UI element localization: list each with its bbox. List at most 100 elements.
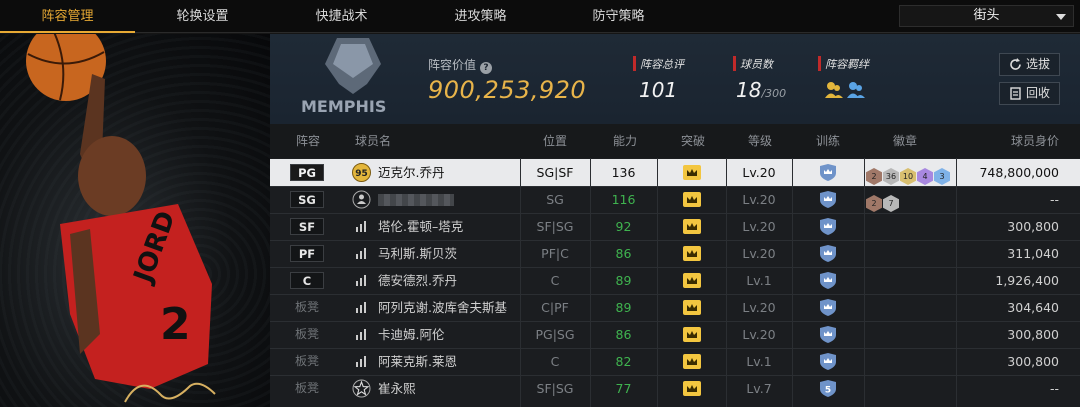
rating-95: 95	[352, 163, 371, 182]
table-row[interactable]: PG 95 迈克尔.乔丹 SG|SF 136 Lv.20 2 36 10 4 3 748,800,00…	[270, 159, 1080, 186]
svg-text:5: 5	[825, 386, 831, 396]
training-shield-icon[interactable]	[819, 164, 837, 181]
player-name: 卡迪姆.阿伦	[378, 327, 445, 342]
training-shield-icon[interactable]	[819, 326, 837, 343]
breakthrough-crown-icon[interactable]	[683, 219, 701, 234]
slot-badge: PG	[290, 164, 324, 181]
player-position: PG|SG	[535, 327, 575, 342]
player-artwork: JORD 2	[0, 34, 270, 407]
breakthrough-crown-icon[interactable]	[683, 246, 701, 261]
badge-list[interactable]: 2 36 10 4 3	[866, 164, 951, 185]
player-count-value: 18	[736, 78, 762, 102]
col-level: 等级	[747, 134, 772, 148]
select-button[interactable]: 选拔	[999, 53, 1060, 76]
lineup-header: MEMPHIS 阵容价值? 900,253,920 阵容总评 101 球员数 1…	[270, 34, 1080, 124]
bars-icon	[352, 298, 371, 317]
col-badges: 徽章	[892, 134, 917, 148]
table-row[interactable]: 板凳 崔永熙 SF|SG 77 Lv.7 5 --	[270, 375, 1080, 402]
breakthrough-crown-icon[interactable]	[683, 354, 701, 369]
col-player-name: 球员名	[354, 134, 391, 148]
bars-icon	[352, 217, 371, 236]
player-market-value: 300,800	[1007, 327, 1059, 342]
table-row[interactable]: PF 马利斯.斯贝茨 PF|C 86 Lv.20 311,040	[270, 240, 1080, 267]
player-market-value: 1,926,400	[995, 273, 1059, 288]
player-name: 迈克尔.乔丹	[378, 165, 445, 180]
breakthrough-crown-icon[interactable]	[683, 192, 701, 207]
badge-hex-icon: 36	[883, 168, 899, 185]
player-position: C	[550, 273, 560, 288]
table-row[interactable]: SG SG 116 Lv.20 2 7 --	[270, 186, 1080, 213]
tab-rotation-settings[interactable]: 轮换设置	[135, 0, 270, 33]
breakthrough-crown-icon[interactable]	[683, 327, 701, 342]
table-row[interactable]: 板凳 阿列克谢.波库舍夫斯基 C|PF 89 Lv.20 304,640	[270, 294, 1080, 321]
bars-icon	[352, 244, 371, 263]
player-position: SG|SF	[536, 165, 574, 180]
training-shield-icon[interactable]	[819, 353, 837, 370]
table-row[interactable]: C 德安德烈.乔丹 C 89 Lv.1 1,926,400	[270, 267, 1080, 294]
tab-lineup-management[interactable]: 阵容管理	[0, 0, 135, 33]
player-ability: 86	[615, 327, 632, 342]
badge-hex-icon: 2	[866, 195, 882, 212]
player-market-value: 748,800,000	[979, 165, 1059, 180]
refresh-icon	[1010, 58, 1021, 70]
column-divider	[520, 158, 521, 407]
bond-icons[interactable]	[824, 80, 868, 100]
player-position: SF|SG	[536, 219, 574, 234]
svg-text:2: 2	[160, 299, 191, 350]
player-level: Lv.7	[746, 381, 772, 396]
player-position: PF|C	[541, 246, 569, 261]
lineup-bond-label: 阵容羁绊	[818, 56, 869, 72]
player-level: Lv.20	[742, 300, 776, 315]
select-button-label: 选拔	[1026, 57, 1051, 71]
roster-table: 阵容 球员名 位置 能力 突破 等级 训练 徽章 球员身价 PG 95 迈克尔.乔丹…	[270, 124, 1080, 407]
tab-offense-strategy[interactable]: 进攻策略	[413, 0, 548, 33]
player-position: C	[550, 354, 560, 369]
table-row[interactable]: 板凳 阿莱克斯.莱恩 C 82 Lv.1 300,800	[270, 348, 1080, 375]
player-ability: 92	[615, 219, 632, 234]
player-position: SF|SG	[536, 381, 574, 396]
training-shield-icon[interactable]	[819, 191, 837, 208]
column-divider	[726, 158, 727, 407]
table-row[interactable]: SF 塔伦.霍顿–塔克 SF|SG 92 Lv.20 300,800	[270, 213, 1080, 240]
bars-icon	[352, 352, 371, 371]
training-shield-icon[interactable]	[819, 299, 837, 316]
table-row[interactable]: 板凳 卡迪姆.阿伦 PG|SG 86 Lv.20 300,800	[270, 321, 1080, 348]
slot-bench-label: 板凳	[294, 300, 319, 314]
badge-list[interactable]: 27	[866, 191, 900, 212]
breakthrough-crown-icon[interactable]	[683, 381, 701, 396]
training-shield-icon[interactable]: 5	[819, 380, 837, 397]
team-logo-text: MEMPHIS	[301, 97, 386, 116]
breakthrough-crown-icon[interactable]	[683, 300, 701, 315]
help-icon[interactable]: ?	[480, 62, 493, 74]
player-market-value: 300,800	[1007, 219, 1059, 234]
column-divider	[590, 158, 591, 407]
slot-badge: PF	[290, 245, 324, 262]
breakthrough-crown-icon[interactable]	[683, 165, 701, 180]
player-level: Lv.20	[742, 246, 776, 261]
player-ability: 86	[615, 246, 632, 261]
player-level: Lv.20	[742, 327, 776, 342]
player-ability: 77	[615, 381, 632, 396]
breakthrough-crown-icon[interactable]	[683, 273, 701, 288]
bond-gold-icon	[825, 82, 843, 98]
dunking-player-illustration: JORD 2	[26, 34, 216, 403]
player-ability: 116	[611, 192, 636, 207]
training-shield-icon[interactable]	[819, 218, 837, 235]
player-level: Lv.20	[742, 165, 776, 180]
bars-icon	[352, 271, 371, 290]
player-market-value: 300,800	[1007, 354, 1059, 369]
player-level: Lv.1	[746, 354, 772, 369]
training-shield-icon[interactable]	[819, 272, 837, 289]
player-name: 德安德烈.乔丹	[378, 273, 457, 288]
svg-text:95: 95	[355, 169, 368, 179]
tab-quick-tactics[interactable]: 快捷战术	[274, 0, 409, 33]
recycle-button[interactable]: 回收	[999, 82, 1060, 105]
mode-select[interactable]: 街头	[899, 5, 1074, 27]
col-breakthrough: 突破	[680, 134, 705, 148]
tab-defense-strategy[interactable]: 防守策略	[551, 0, 686, 33]
top-nav: 阵容管理 轮换设置 快捷战术 进攻策略 防守策略 街头	[0, 0, 1080, 33]
player-count-label: 球员数	[733, 56, 773, 72]
player-ability: 89	[615, 273, 632, 288]
training-shield-icon[interactable]	[819, 245, 837, 262]
table-header: 阵容 球员名 位置 能力 突破 等级 训练 徽章 球员身价	[270, 124, 1080, 158]
